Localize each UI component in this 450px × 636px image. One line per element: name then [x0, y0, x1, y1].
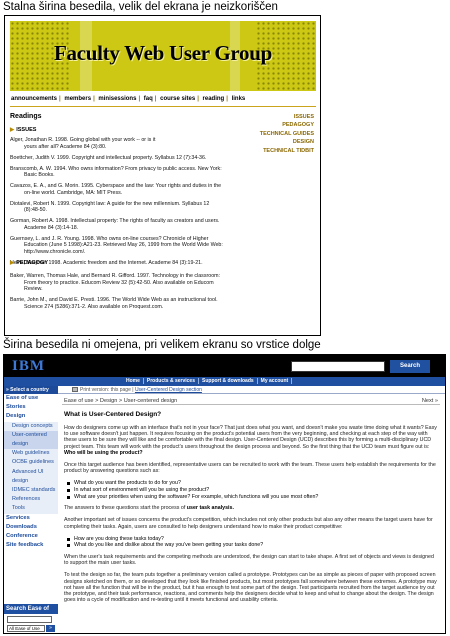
list-item: In what sort of environment will you be …: [67, 487, 438, 494]
competition-list: How are you doing these tasks today? Wha…: [67, 536, 438, 549]
list-item: What do you like and dislike about the w…: [67, 542, 438, 549]
top-caption: Stalna širina besedila, velik del ekrana…: [3, 1, 278, 13]
nav-minisessions[interactable]: minisessions: [98, 96, 136, 102]
list-item: How are you doing these tasks today?: [67, 536, 438, 543]
sidebar-item-downloads[interactable]: Downloads: [4, 523, 58, 532]
nav-faq[interactable]: faq: [144, 96, 153, 102]
sidebar-item-stories[interactable]: Stories: [4, 403, 58, 412]
list-item: Heins, Marjorie. 1998. Academic freedom …: [10, 260, 203, 267]
paragraph: The answers to these questions start the…: [64, 505, 234, 512]
printer-icon[interactable]: [72, 387, 78, 392]
nav-home[interactable]: Home: [123, 378, 144, 384]
list-item: Diotalevi, Robert N. 1999. Copyright law…: [10, 200, 210, 214]
list-item: What do you want the products to do for …: [67, 480, 438, 487]
breadcrumb: Ease of use > Design > User-centered des…: [62, 397, 440, 405]
sidebar-item-user-centered-design[interactable]: User-centered design: [4, 430, 58, 450]
paragraph: To test the design so far, the team puts…: [64, 572, 437, 604]
sidebar-item-conference[interactable]: Conference: [4, 532, 58, 541]
list-item: Barrie, John M., and David E. Presti. 19…: [10, 297, 218, 310]
page-title: Readings: [10, 113, 42, 120]
nav-members[interactable]: members: [64, 96, 91, 102]
sidebar-item-design[interactable]: Design: [4, 412, 58, 421]
nav-announcements[interactable]: announcements: [11, 96, 57, 102]
bottom-caption: Širina besedila ni omejena, pri velikem …: [3, 339, 321, 351]
list-item: Boettcher, Judith V. 1999. Copyright and…: [10, 154, 207, 161]
ease-search-input[interactable]: [7, 616, 52, 623]
next-link[interactable]: Next »: [422, 397, 438, 405]
top-nav: Home Products & services Support & downloa…: [4, 377, 445, 386]
nav-course-sites[interactable]: course sites: [160, 96, 195, 102]
question-list: What do you want the products to do for …: [67, 480, 438, 501]
sidebar-item-services[interactable]: Services: [4, 514, 58, 523]
fluid-width-screenshot: IBM Search Home Products & services Suppor…: [3, 354, 446, 634]
list-item: Cavazos, E. A., and G. Morin. 1995. Cybe…: [10, 183, 222, 196]
print-section-link[interactable]: User-Centered Design section: [135, 387, 202, 393]
paragraph: Another important set of issues concerns…: [64, 517, 433, 530]
arrow-icon: ▶: [10, 127, 15, 133]
sidebar-item-tools[interactable]: Tools: [4, 504, 58, 514]
sidebar-item-ease-of-use[interactable]: Ease of use: [4, 394, 58, 403]
list-item: Alger, Jonathan R. 1998. Going global wi…: [10, 137, 156, 150]
sidebar-item-references[interactable]: References: [4, 495, 58, 505]
main-content: Ease of use > Design > User-centered des…: [62, 396, 440, 632]
select-country-link[interactable]: » Select a country: [4, 386, 58, 394]
ibm-masthead: IBM Search: [4, 355, 445, 377]
fwug-banner: Faculty Web User Group: [10, 21, 316, 91]
search-ease-label: Search Ease of Use: [4, 604, 58, 622]
nav-support[interactable]: Support & downloads: [199, 378, 258, 384]
list-item: Guernsey, L. and J. R. Young. 1998. Who …: [10, 235, 223, 256]
section-heading-pedagogy: ▶ PEDAGOGY: [10, 260, 49, 266]
nav-my-account[interactable]: My account: [257, 378, 293, 384]
link-issues[interactable]: ISSUES: [260, 113, 314, 121]
sidebar-item-idmec[interactable]: IDMEC standards: [4, 486, 58, 496]
search-input[interactable]: [291, 361, 385, 372]
print-bar: Print version: this page | User-Centered…: [58, 386, 445, 394]
nav-links[interactable]: links: [232, 96, 246, 102]
fixed-width-screenshot: Faculty Web User Group announcements | me…: [4, 15, 321, 336]
list-item: Branscomb, A. W. 1994. Who owns informat…: [10, 165, 222, 179]
list-item: Gorman, Robert A. 1998. Intellectual pro…: [10, 218, 220, 231]
section-heading-issues: ▶ ISSUES: [10, 127, 37, 133]
issues-list: Alger, Jonathan R. 1998. Going global wi…: [10, 137, 310, 271]
arrow-icon: ▶: [10, 260, 15, 266]
link-pedagogy[interactable]: PEDAGOGY: [260, 121, 314, 129]
paragraph: When the user's task requirements and th…: [64, 554, 434, 567]
sidebar-item-design-concepts[interactable]: Design concepts: [4, 421, 58, 431]
fwug-title: Faculty Web User Group: [53, 41, 272, 65]
nav-products[interactable]: Products & services: [143, 378, 199, 384]
sidebar-item-site-feedback[interactable]: Site feedback: [4, 541, 58, 550]
paragraph: Once this target audience has been ident…: [64, 462, 436, 475]
sidebar-item-web-guidelines[interactable]: Web guidelines: [4, 449, 58, 459]
nav-reading[interactable]: reading: [203, 96, 225, 102]
paragraph: How do designers come up with an interfa…: [64, 425, 437, 456]
article-title: What is User-Centered Design?: [64, 411, 162, 418]
sidebar-item-ocbe-guidelines[interactable]: OCBE guidelines: [4, 458, 58, 468]
search-button[interactable]: Search: [390, 360, 430, 373]
ibm-logo[interactable]: IBM: [12, 358, 45, 375]
pedagogy-list: Baker, Warren, Thomas Hale, and Bernard …: [10, 273, 310, 315]
list-item: What are your priorities when using the …: [67, 494, 438, 501]
sidebar-item-advanced-ui[interactable]: Advanced UI design: [4, 467, 58, 487]
list-item: Baker, Warren, Thomas Hale, and Bernard …: [10, 273, 221, 293]
fwug-nav: announcements | members | minisessions | fa…: [11, 96, 246, 102]
left-nav: Ease of use Stories Design Design concep…: [4, 394, 58, 633]
search-go-button[interactable]: »: [46, 625, 55, 632]
divider: [10, 106, 316, 107]
search-scope-select[interactable]: All Ease of Use: [7, 625, 45, 632]
